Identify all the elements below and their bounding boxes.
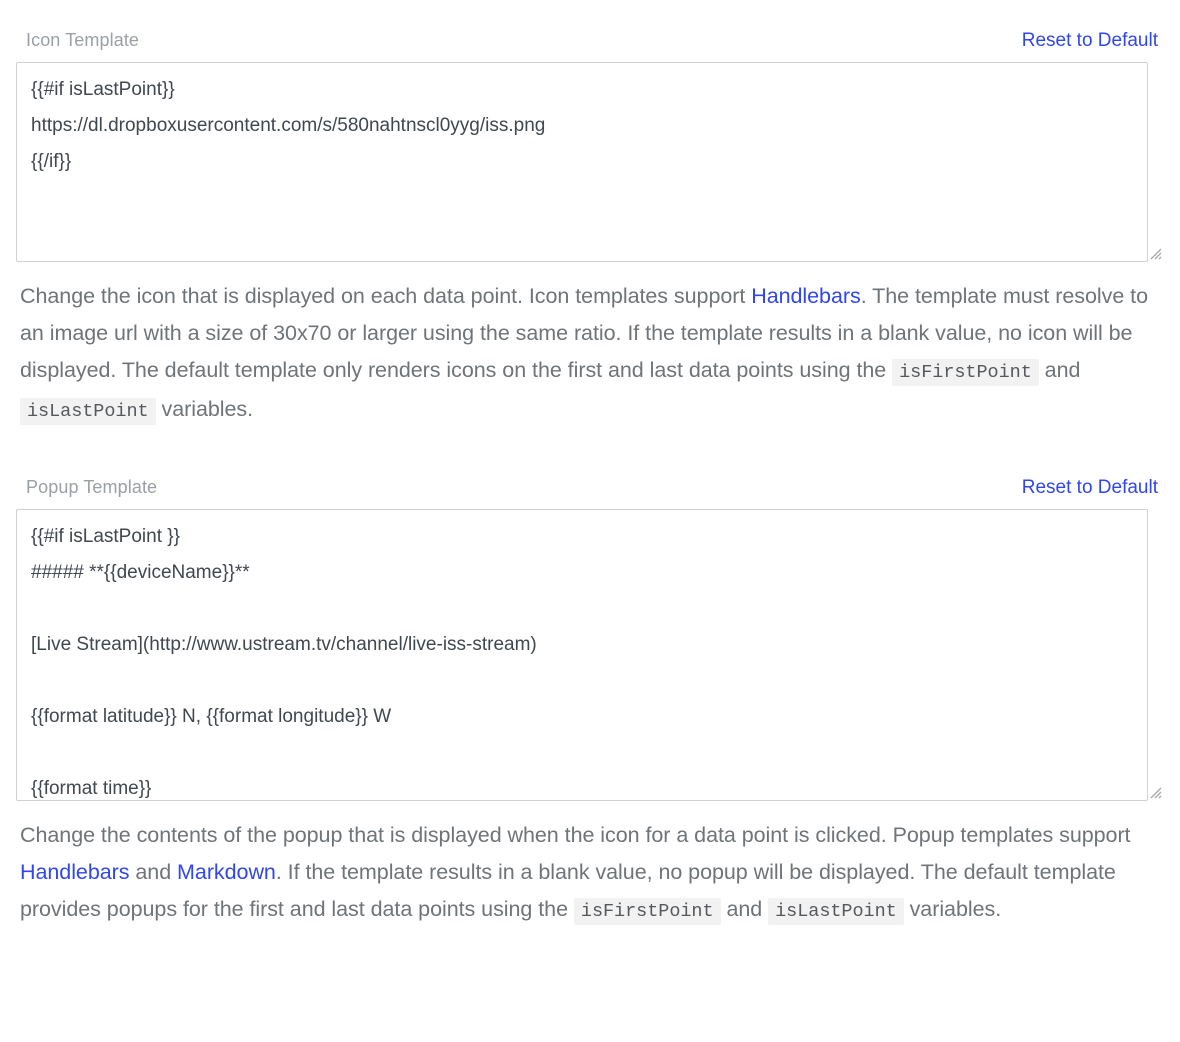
icon-template-label: Icon Template [26,30,140,50]
resize-handle-icon[interactable] [1147,784,1162,799]
icon-desc-text-4: variables. [155,396,254,421]
is-last-point-code: isLastPoint [768,897,904,925]
popup-template-textarea[interactable] [16,508,1148,801]
is-first-point-code: isFirstPoint [573,897,721,925]
markdown-link[interactable]: Markdown [177,860,276,884]
resize-handle-icon[interactable] [1147,245,1162,260]
popup-template-textarea-wrapper [16,508,1164,801]
popup-desc-text-1: Change the contents of the popup that is… [20,822,1131,847]
icon-template-textarea[interactable] [16,61,1148,262]
icon-desc-text-1: Change the icon that is displayed on eac… [20,283,752,308]
popup-template-description: Change the contents of the popup that is… [16,817,1164,930]
icon-template-description: Change the icon that is displayed on eac… [16,278,1164,430]
popup-template-reset-to-default-link[interactable]: Reset to Default [1022,477,1158,500]
popup-template-header: Popup Template Reset to Default [16,477,1164,500]
icon-template-section: Icon Template Reset to Default Change th… [16,0,1164,430]
icon-template-header: Icon Template Reset to Default [16,30,1164,53]
icon-template-textarea-wrapper [16,61,1164,262]
popup-desc-text-4: and [720,896,769,921]
popup-template-section: Popup Template Reset to Default Change t… [16,430,1164,930]
is-first-point-code: isFirstPoint [892,358,1039,386]
popup-desc-text-2: and [129,859,178,884]
is-last-point-code: isLastPoint [20,397,156,425]
handlebars-link[interactable]: Handlebars [751,284,861,308]
template-settings-page: Icon Template Reset to Default Change th… [0,0,1180,1042]
icon-template-reset-to-default-link[interactable]: Reset to Default [1022,30,1158,53]
popup-desc-text-5: variables. [903,896,1002,921]
handlebars-link[interactable]: Handlebars [20,860,130,884]
popup-template-label: Popup Template [26,476,158,497]
icon-desc-text-3: and [1038,357,1081,382]
